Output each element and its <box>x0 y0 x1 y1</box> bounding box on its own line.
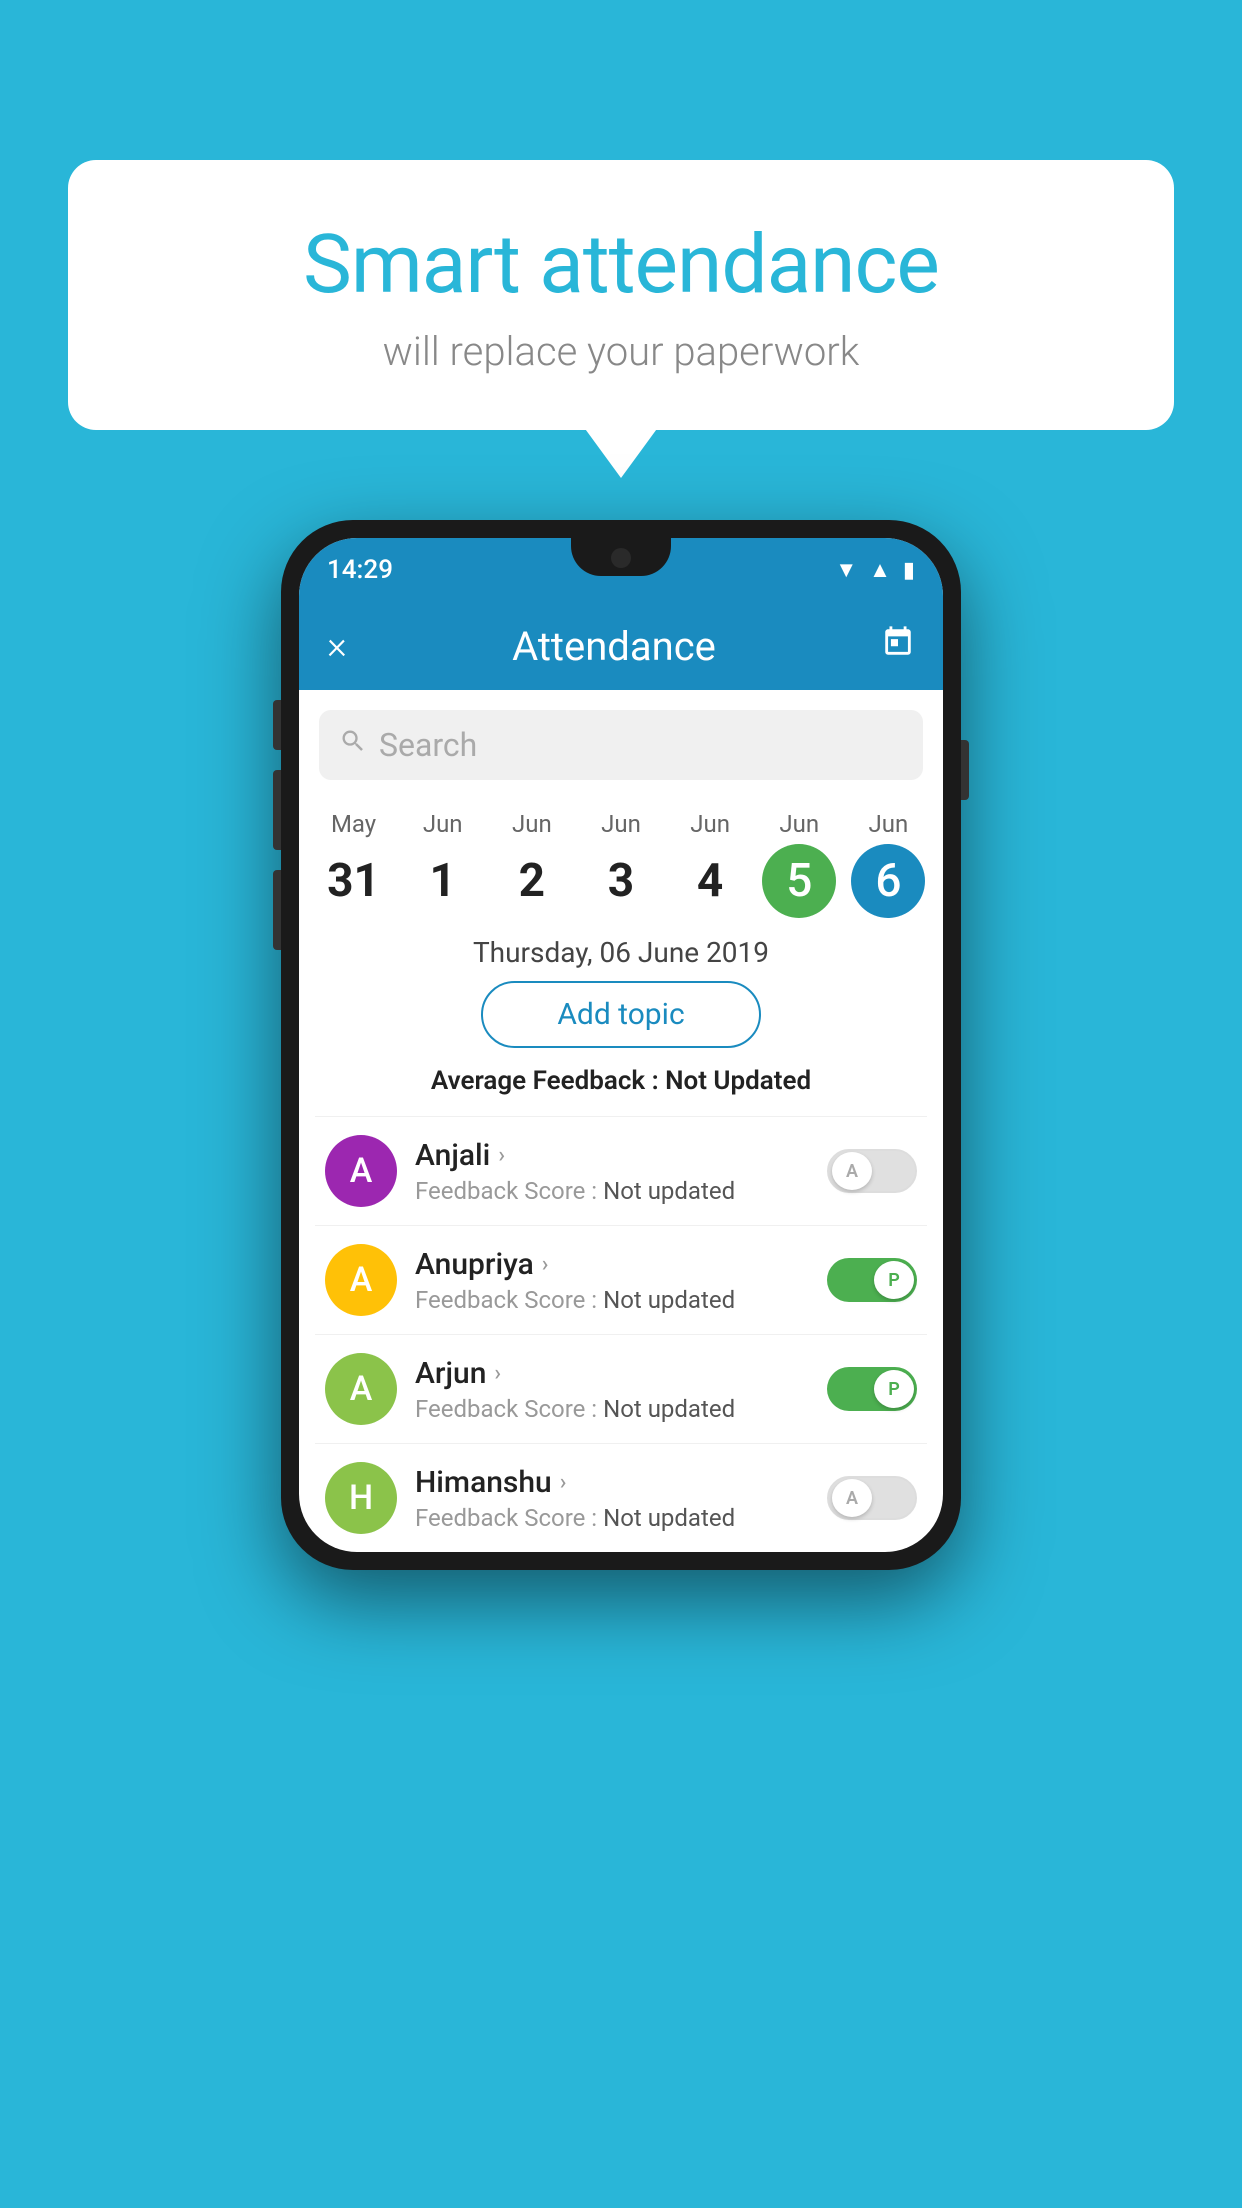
chevron-icon: › <box>498 1143 505 1168</box>
date-day-number[interactable]: 31 <box>317 844 391 918</box>
date-column[interactable]: Jun 2 <box>492 810 572 918</box>
app-header: × Attendance <box>299 602 943 690</box>
date-day-number[interactable]: 2 <box>495 844 569 918</box>
header-title: Attendance <box>512 623 716 670</box>
student-feedback: Feedback Score : Not updated <box>415 1286 809 1314</box>
student-avatar: A <box>325 1353 397 1425</box>
student-avatar: H <box>325 1462 397 1534</box>
attendance-toggle[interactable]: A <box>827 1476 917 1520</box>
toggle-knob: P <box>874 1261 914 1299</box>
student-name: Anupriya › <box>415 1247 809 1282</box>
date-month-label: Jun <box>512 810 552 838</box>
bubble-title: Smart attendance <box>118 220 1124 310</box>
date-month-label: Jun <box>690 810 730 838</box>
status-time: 14:29 <box>327 555 393 585</box>
search-icon <box>339 727 367 763</box>
search-placeholder: Search <box>379 726 477 764</box>
bubble-subtitle: will replace your paperwork <box>118 328 1124 375</box>
student-name: Himanshu › <box>415 1465 809 1500</box>
attendance-toggle[interactable]: A <box>827 1149 917 1193</box>
student-info: Arjun › Feedback Score : Not updated <box>415 1356 809 1423</box>
student-item[interactable]: A Arjun › Feedback Score : Not updated P <box>315 1334 927 1443</box>
phone-screen: 14:29 ▼ ▲ ▮ × Attendance <box>299 538 943 1552</box>
student-item[interactable]: A Anjali › Feedback Score : Not updated A <box>315 1116 927 1225</box>
avg-feedback-value: Not Updated <box>665 1066 811 1096</box>
date-picker[interactable]: May 31 Jun 1 Jun 2 Jun 3 Jun 4 Jun 5 Jun 6 <box>299 800 943 918</box>
avg-feedback: Average Feedback : Not Updated <box>299 1066 943 1096</box>
date-month-label: Jun <box>869 810 909 838</box>
date-column[interactable]: Jun 1 <box>403 810 483 918</box>
date-column[interactable]: Jun 5 <box>759 810 839 918</box>
volume-down-button <box>273 870 281 950</box>
battery-icon: ▮ <box>903 558 915 583</box>
front-camera <box>611 548 631 568</box>
selected-date: Thursday, 06 June 2019 <box>299 936 943 969</box>
date-month-label: May <box>331 810 376 838</box>
power-button <box>961 740 969 800</box>
student-name: Arjun › <box>415 1356 809 1391</box>
volume-up-button <box>273 770 281 850</box>
status-bar: 14:29 ▼ ▲ ▮ <box>299 538 943 602</box>
student-info: Anjali › Feedback Score : Not updated <box>415 1138 809 1205</box>
date-day-number[interactable]: 1 <box>406 844 480 918</box>
student-item[interactable]: H Himanshu › Feedback Score : Not updated A <box>315 1443 927 1552</box>
date-column[interactable]: Jun 3 <box>581 810 661 918</box>
date-day-number[interactable]: 4 <box>673 844 747 918</box>
date-day-number[interactable]: 6 <box>851 844 925 918</box>
speech-bubble: Smart attendance will replace your paper… <box>68 160 1174 430</box>
signal-icon: ▲ <box>869 557 891 583</box>
close-button[interactable]: × <box>327 624 347 668</box>
add-topic-button[interactable]: Add topic <box>481 981 761 1048</box>
speech-bubble-container: Smart attendance will replace your paper… <box>68 160 1174 430</box>
date-day-number[interactable]: 3 <box>584 844 658 918</box>
student-name: Anjali › <box>415 1138 809 1173</box>
student-list: AAnjali ›Feedback Score : Not updatedAAA… <box>299 1116 943 1552</box>
toggle-knob: A <box>832 1479 872 1517</box>
date-column[interactable]: Jun 4 <box>670 810 750 918</box>
chevron-icon: › <box>494 1361 501 1386</box>
search-bar[interactable]: Search <box>319 710 923 780</box>
date-column[interactable]: May 31 <box>314 810 394 918</box>
student-feedback: Feedback Score : Not updated <box>415 1395 809 1423</box>
chevron-icon: › <box>542 1252 549 1277</box>
wifi-icon: ▼ <box>835 557 857 583</box>
phone-outer: 14:29 ▼ ▲ ▮ × Attendance <box>281 520 961 1570</box>
calendar-icon[interactable] <box>881 625 915 668</box>
date-month-label: Jun <box>601 810 641 838</box>
student-info: Anupriya › Feedback Score : Not updated <box>415 1247 809 1314</box>
notch <box>571 538 671 576</box>
toggle-knob: P <box>874 1370 914 1408</box>
toggle-knob: A <box>832 1152 872 1190</box>
student-feedback: Feedback Score : Not updated <box>415 1504 809 1532</box>
date-month-label: Jun <box>423 810 463 838</box>
student-avatar: A <box>325 1244 397 1316</box>
avg-feedback-label: Average Feedback : <box>431 1066 665 1096</box>
phone-wrapper: 14:29 ▼ ▲ ▮ × Attendance <box>281 520 961 1570</box>
date-column[interactable]: Jun 6 <box>848 810 928 918</box>
student-avatar: A <box>325 1135 397 1207</box>
chevron-icon: › <box>560 1470 567 1495</box>
status-icons: ▼ ▲ ▮ <box>835 557 915 583</box>
student-info: Himanshu › Feedback Score : Not updated <box>415 1465 809 1532</box>
date-month-label: Jun <box>779 810 819 838</box>
attendance-toggle[interactable]: P <box>827 1367 917 1411</box>
date-day-number[interactable]: 5 <box>762 844 836 918</box>
attendance-toggle[interactable]: P <box>827 1258 917 1302</box>
volume-silent-button <box>273 700 281 750</box>
student-feedback: Feedback Score : Not updated <box>415 1177 809 1205</box>
student-item[interactable]: A Anupriya › Feedback Score : Not updated P <box>315 1225 927 1334</box>
